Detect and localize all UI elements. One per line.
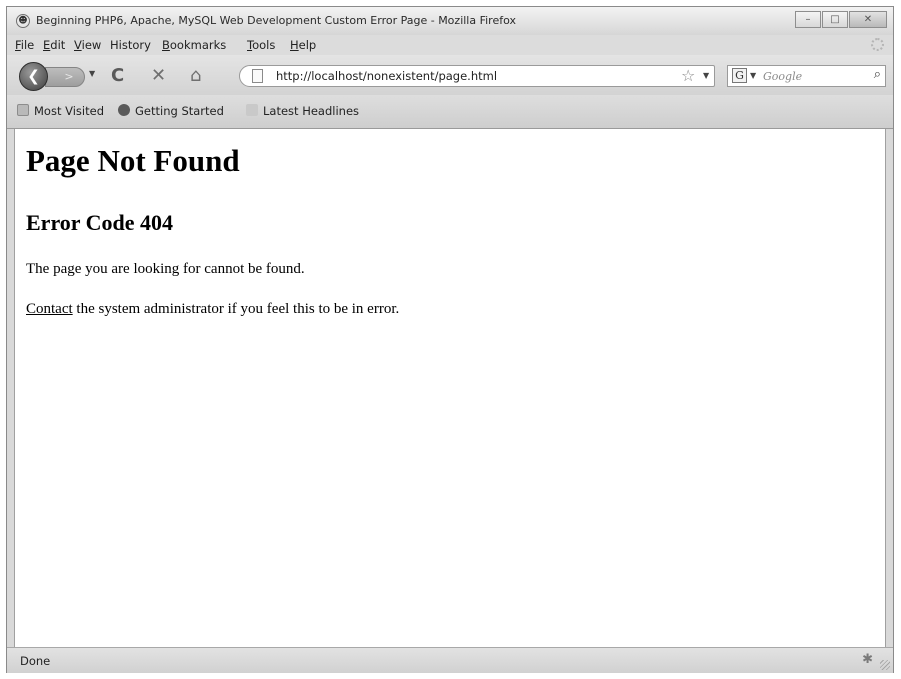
bookmark-label: Getting Started <box>135 104 224 118</box>
forward-arrow-icon: > <box>64 70 74 83</box>
menu-history[interactable]: History <box>110 38 151 52</box>
menu-mnemonic: V <box>74 38 82 52</box>
back-button[interactable]: ❮ <box>19 62 48 91</box>
search-engine-icon[interactable]: G <box>732 68 747 83</box>
menu-bookmarks[interactable]: Bookmarks <box>162 38 226 52</box>
status-bar: Done ✱ <box>7 647 893 673</box>
menu-mnemonic: H <box>290 38 299 52</box>
bookmark-latest-headlines[interactable]: Latest Headlines <box>246 104 359 118</box>
throbber-icon <box>871 38 884 51</box>
address-text[interactable]: http://localhost/nonexistent/page.html <box>276 69 497 83</box>
menu-tools[interactable]: Tools <box>247 38 275 52</box>
most-visited-icon <box>17 104 29 116</box>
magnifier-icon[interactable]: ⌕ <box>874 67 881 82</box>
menu-view[interactable]: View <box>74 38 101 52</box>
stop-icon[interactable]: ✕ <box>151 65 166 86</box>
menu-label: iew <box>81 38 102 52</box>
menu-label: dit <box>50 38 66 52</box>
home-icon[interactable]: ⌂ <box>190 65 201 86</box>
minimize-button[interactable]: – <box>795 11 821 28</box>
search-box[interactable]: G ▼ ⌕ <box>727 65 886 87</box>
contact-paragraph: Contact the system administrator if you … <box>26 301 399 318</box>
address-dropdown-icon[interactable]: ▼ <box>703 71 709 80</box>
close-button[interactable]: ✕ <box>849 11 887 28</box>
history-dropdown-icon[interactable]: ▼ <box>89 69 95 78</box>
menu-label: ile <box>20 38 35 52</box>
menu-edit[interactable]: Edit <box>43 38 65 52</box>
reload-icon[interactable]: C <box>111 65 124 86</box>
bookmark-getting-started[interactable]: Getting Started <box>118 104 224 118</box>
search-engine-dropdown-icon[interactable]: ▼ <box>750 71 756 80</box>
menu-label: ookmarks <box>169 38 227 52</box>
bookmark-most-visited[interactable]: Most Visited <box>17 104 104 118</box>
back-arrow-icon: ❮ <box>27 67 40 85</box>
menu-label: elp <box>298 38 317 52</box>
window-title: Beginning PHP6, Apache, MySQL Web Develo… <box>36 14 516 27</box>
page-content: Page Not Found Error Code 404 The page y… <box>14 129 886 647</box>
menu-label: ools <box>252 38 276 52</box>
contact-link[interactable]: Contact <box>26 301 73 317</box>
browser-window: ☻ Beginning PHP6, Apache, MySQL Web Deve… <box>6 6 894 673</box>
resize-grip[interactable] <box>880 660 890 670</box>
menu-bar: File Edit View History Bookmarks Tools H… <box>7 35 893 55</box>
menu-file[interactable]: File <box>15 38 34 52</box>
forward-button[interactable]: > <box>45 67 85 87</box>
menu-help[interactable]: Help <box>290 38 316 52</box>
bookmarks-toolbar: Most Visited Getting Started Latest Head… <box>7 95 893 129</box>
star-icon[interactable]: ☆ <box>681 66 695 85</box>
title-bar: ☻ Beginning PHP6, Apache, MySQL Web Deve… <box>7 7 893 35</box>
contact-text: the system administrator if you feel thi… <box>72 301 400 317</box>
bookmark-label: Latest Headlines <box>263 104 360 118</box>
status-text: Done <box>20 654 51 668</box>
bookmark-label: Most Visited <box>34 104 104 118</box>
firefox-icon <box>118 104 130 116</box>
navigation-toolbar: > ❮ ▼ C ✕ ⌂ http://localhost/nonexistent… <box>7 55 893 95</box>
error-code-heading: Error Code 404 <box>26 210 174 235</box>
firefox-icon: ☻ <box>16 14 30 28</box>
page-heading: Page Not Found <box>26 143 240 178</box>
maximize-button[interactable]: □ <box>822 11 848 28</box>
addon-icon: ✱ <box>862 652 873 667</box>
page-icon <box>252 69 263 83</box>
error-message: The page you are looking for cannot be f… <box>26 261 305 277</box>
menu-label: History <box>110 38 151 52</box>
search-input[interactable] <box>763 67 863 85</box>
menu-mnemonic: B <box>162 38 170 52</box>
rss-feed-icon <box>246 104 258 116</box>
window-controls: – □ ✕ <box>794 11 887 28</box>
address-bar[interactable]: http://localhost/nonexistent/page.html ☆… <box>239 65 715 87</box>
